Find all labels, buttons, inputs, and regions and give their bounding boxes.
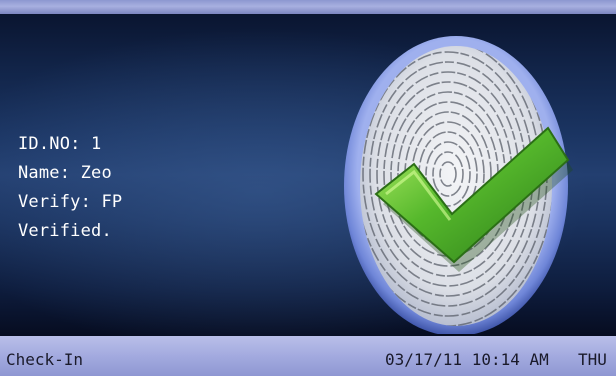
verification-status-text: Verified.	[18, 221, 112, 241]
id-number-text: ID.NO: 1	[18, 134, 102, 154]
am-pm-text: AM	[529, 350, 549, 369]
user-name-text: Name: Zeo	[18, 163, 112, 183]
attendance-mode-label: Check-In	[6, 350, 84, 369]
fingerprint-check-icon	[336, 24, 576, 334]
verification-info: ID.NO: 1 Name: Zeo Verify: FP Verified.	[18, 130, 122, 246]
attendance-terminal-screen: ID.NO: 1 Name: Zeo Verify: FP Verified.	[0, 0, 616, 376]
top-bar	[0, 0, 616, 14]
time-text: 10:14	[471, 350, 520, 369]
weekday-text: THU	[578, 350, 607, 369]
status-bar: Check-In 03/17/11 10:14 AM THU	[0, 336, 616, 376]
date-text: 03/17/11	[385, 350, 463, 369]
verify-method-text: Verify: FP	[18, 192, 123, 212]
date-time-display: 03/17/11 10:14 AM	[385, 350, 549, 369]
